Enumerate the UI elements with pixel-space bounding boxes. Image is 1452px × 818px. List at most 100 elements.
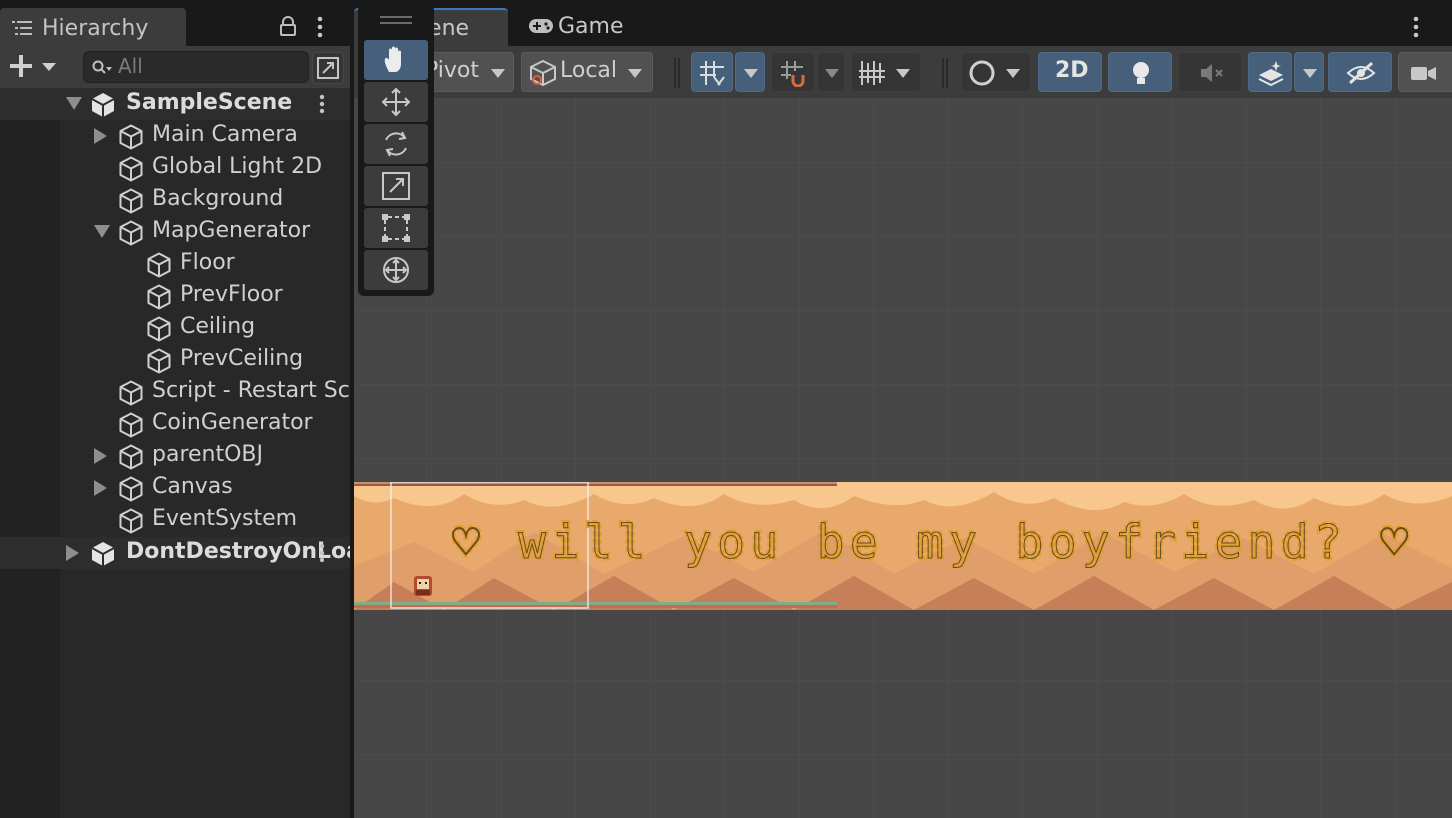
hierarchy-item[interactable]: Canvas bbox=[0, 472, 350, 504]
kebab-menu-icon[interactable] bbox=[316, 16, 324, 38]
transform-tool-icon bbox=[383, 257, 409, 283]
scene-grid bbox=[354, 98, 1452, 818]
expand-arrow-closed-icon[interactable] bbox=[94, 128, 107, 144]
grid-visibility-icon bbox=[858, 59, 886, 87]
coin-message: ♡ will you be my boyfriend? ♡♡ will you … bbox=[452, 518, 1411, 568]
search-field[interactable] bbox=[83, 51, 309, 83]
scene-panel: Scene Game Pivot Local 2D ♡ will you be … bbox=[354, 0, 1452, 818]
expand-arrow-open-icon[interactable] bbox=[66, 97, 82, 110]
kebab-menu-icon[interactable] bbox=[318, 94, 326, 114]
effects-dropdown[interactable] bbox=[1294, 52, 1324, 92]
tab-game[interactable]: Game bbox=[514, 8, 644, 46]
hierarchy-panel: Hierarchy SampleScene Main Camera Global L… bbox=[0, 0, 350, 818]
scene-toolbar: Pivot Local 2D bbox=[354, 46, 1452, 99]
scale-tool-button[interactable] bbox=[364, 166, 428, 206]
hierarchy-tab-bar: Hierarchy bbox=[0, 0, 350, 46]
expand-arrow-open-icon[interactable] bbox=[94, 225, 110, 238]
hierarchy-scene-row[interactable]: SampleScene bbox=[0, 88, 350, 120]
increment-snap-dropdown[interactable] bbox=[817, 52, 845, 92]
rect-tool-button[interactable] bbox=[364, 208, 428, 248]
kebab-menu-icon[interactable] bbox=[318, 543, 326, 563]
audio-toggle[interactable] bbox=[1178, 52, 1242, 92]
lighting-toggle[interactable] bbox=[1108, 52, 1172, 92]
hierarchy-tab[interactable]: Hierarchy bbox=[0, 8, 186, 46]
hierarchy-item[interactable]: PrevFloor bbox=[0, 280, 350, 312]
chevron-down-icon bbox=[825, 69, 839, 78]
2d-mode-label: 2D bbox=[1055, 58, 1089, 83]
chevron-down-icon bbox=[628, 69, 642, 78]
chevron-down-icon bbox=[1006, 69, 1020, 78]
hierarchy-toolbar bbox=[0, 46, 350, 89]
lock-icon[interactable] bbox=[278, 16, 298, 36]
chevron-down-icon bbox=[744, 69, 758, 78]
hierarchy-scene-row[interactable]: DontDestroyOnLoad bbox=[0, 537, 350, 569]
expand-arrow-closed-icon[interactable] bbox=[94, 448, 107, 464]
search-input[interactable] bbox=[118, 54, 298, 78]
gameobject-cube-icon bbox=[146, 316, 172, 342]
tools-overlay bbox=[358, 4, 434, 296]
hierarchy-item-label: CoinGenerator bbox=[152, 410, 313, 435]
hierarchy-item[interactable]: Global Light 2D bbox=[0, 152, 350, 184]
scene-picker-button[interactable] bbox=[312, 52, 344, 84]
move-tool-button[interactable] bbox=[364, 82, 428, 122]
gameobject-cube-icon bbox=[118, 380, 144, 406]
hierarchy-item[interactable]: parentOBJ bbox=[0, 440, 350, 472]
shading-sphere-icon bbox=[968, 59, 996, 87]
unity-scene-icon bbox=[90, 541, 116, 567]
gameobject-cube-icon bbox=[118, 508, 144, 534]
gameobject-cube-icon bbox=[118, 220, 144, 246]
toolbar-grip[interactable] bbox=[942, 58, 948, 88]
gameobject-cube-icon bbox=[118, 476, 144, 502]
grid-snap-dropdown[interactable] bbox=[735, 52, 765, 92]
shading-mode-dropdown[interactable] bbox=[961, 52, 1031, 92]
effects-toggle[interactable] bbox=[1248, 52, 1292, 92]
kebab-menu-icon[interactable] bbox=[1412, 16, 1420, 38]
scene-viewport[interactable]: ♡ will you be my boyfriend? ♡ ♡ will you … bbox=[354, 98, 1452, 818]
hierarchy-item[interactable]: EventSystem bbox=[0, 504, 350, 536]
transform-tool-button[interactable] bbox=[364, 250, 428, 290]
hierarchy-item-label: Script - Restart Scene bbox=[152, 378, 350, 403]
hand-tool-button[interactable] bbox=[364, 40, 428, 80]
2d-mode-toggle[interactable]: 2D bbox=[1038, 52, 1102, 92]
scene-visibility-toggle[interactable] bbox=[1328, 52, 1392, 92]
gameobject-cube-icon bbox=[146, 284, 172, 310]
increment-snap-toggle[interactable] bbox=[771, 52, 815, 92]
hierarchy-item[interactable]: Floor bbox=[0, 248, 350, 280]
local-dropdown[interactable]: Local bbox=[521, 52, 653, 92]
rect-tool-icon bbox=[382, 214, 410, 242]
create-button[interactable] bbox=[8, 54, 60, 80]
audio-muted-icon bbox=[1197, 59, 1225, 87]
unity-scene-icon bbox=[90, 92, 116, 118]
hierarchy-item-label: EventSystem bbox=[152, 506, 298, 531]
camera-icon bbox=[1409, 59, 1439, 87]
hierarchy-item-label: PrevFloor bbox=[180, 282, 283, 307]
layers-effects-icon bbox=[1257, 59, 1285, 87]
hierarchy-tab-label: Hierarchy bbox=[42, 16, 149, 41]
hierarchy-item[interactable]: Background bbox=[0, 184, 350, 216]
gamepad-icon bbox=[528, 17, 554, 35]
hierarchy-item[interactable]: Script - Restart Scene bbox=[0, 376, 350, 408]
hierarchy-item[interactable]: CoinGenerator bbox=[0, 408, 350, 440]
gameobject-cube-icon bbox=[118, 188, 144, 214]
gameobject-cube-icon bbox=[146, 348, 172, 374]
camera-dropdown[interactable] bbox=[1398, 52, 1452, 92]
list-icon bbox=[12, 20, 32, 36]
expand-arrow-closed-icon[interactable] bbox=[94, 480, 107, 496]
hierarchy-item[interactable]: Ceiling bbox=[0, 312, 350, 344]
search-icon bbox=[92, 60, 112, 76]
hand-tool-icon bbox=[384, 46, 401, 72]
rotate-tool-icon bbox=[385, 131, 407, 157]
rotate-tool-button[interactable] bbox=[364, 124, 428, 164]
overlay-drag-handle[interactable] bbox=[380, 16, 412, 24]
hierarchy-item[interactable]: PrevCeiling bbox=[0, 344, 350, 376]
hierarchy-item[interactable]: Main Camera bbox=[0, 120, 350, 152]
toolbar-grip[interactable] bbox=[674, 58, 680, 88]
hierarchy-item-label: Main Camera bbox=[152, 122, 298, 147]
grid-snap-toggle[interactable] bbox=[691, 52, 733, 92]
hierarchy-item-label: Ceiling bbox=[180, 314, 256, 339]
expand-arrow-closed-icon[interactable] bbox=[66, 545, 79, 561]
grid-visibility-dropdown[interactable] bbox=[851, 52, 921, 92]
hierarchy-item[interactable]: MapGenerator bbox=[0, 216, 350, 248]
hierarchy-item-label: Background bbox=[152, 186, 284, 211]
hierarchy-item-label: Canvas bbox=[152, 474, 233, 499]
